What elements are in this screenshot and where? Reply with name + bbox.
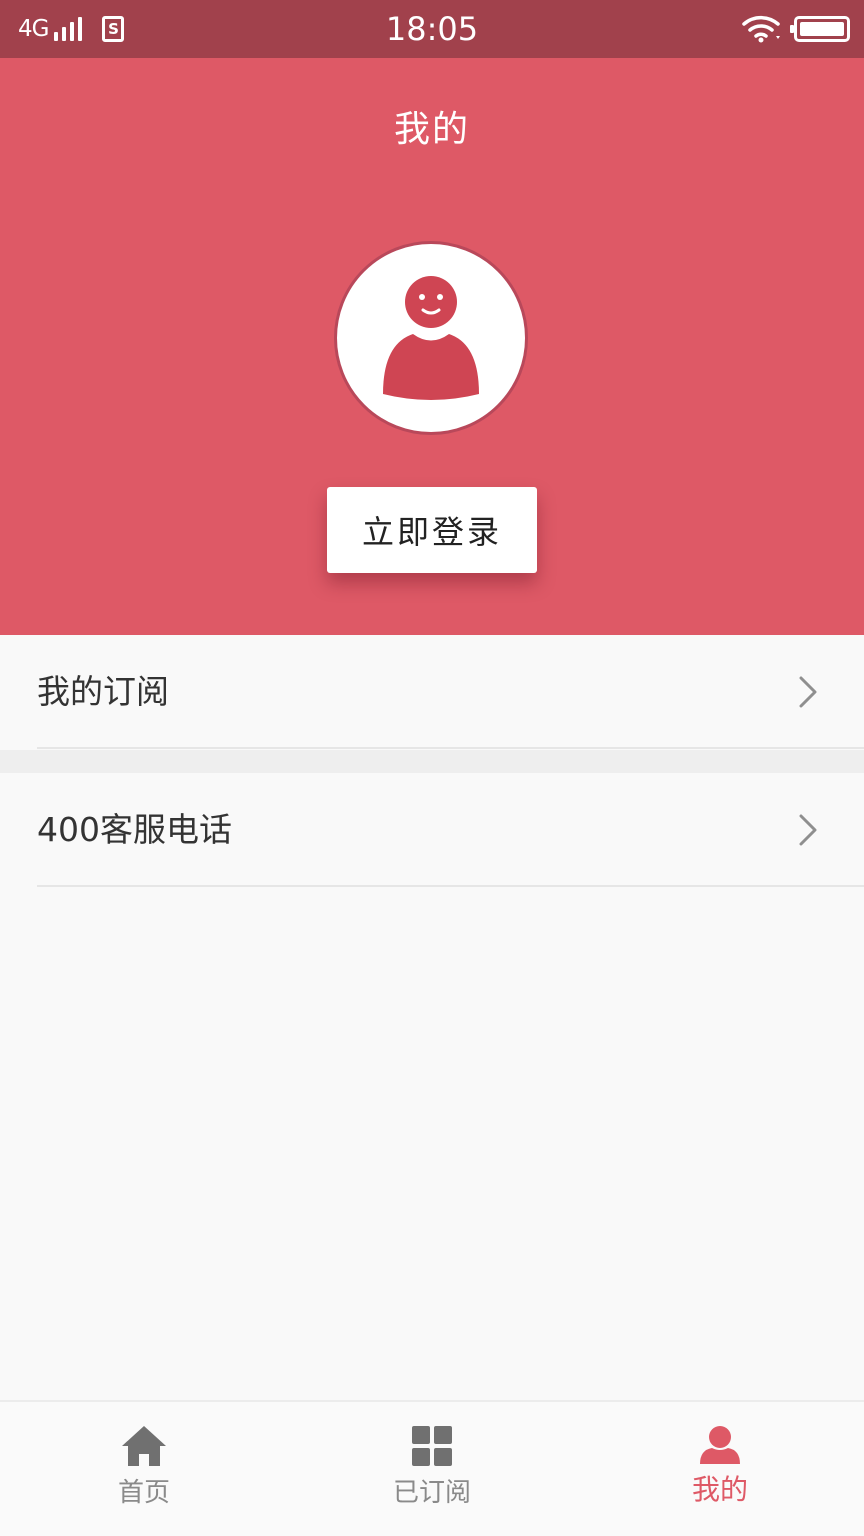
profile-header: 我的 立即登录 <box>0 58 864 635</box>
status-bar: 4G S 18:05 <box>0 0 864 58</box>
default-user-icon <box>383 276 479 400</box>
page-title: 我的 <box>393 109 470 150</box>
chevron-right-icon <box>799 814 817 846</box>
tab-label: 我的 <box>691 1473 748 1506</box>
menu-item-customer-service[interactable]: 400客服电话 <box>0 773 864 887</box>
bottom-tab-bar: 首页 已订阅 我的 <box>0 1400 864 1536</box>
tab-label: 已订阅 <box>392 1478 471 1508</box>
divider <box>37 747 864 749</box>
chevron-right-icon <box>799 676 817 708</box>
status-right <box>742 14 850 44</box>
divider <box>37 885 864 887</box>
menu-item-label: 400客服电话 <box>37 810 232 849</box>
menu-item-subscriptions[interactable]: 我的订阅 <box>0 635 864 749</box>
tab-subscribed[interactable]: 已订阅 <box>288 1402 576 1536</box>
battery-icon <box>790 16 850 42</box>
tab-label: 首页 <box>117 1478 170 1508</box>
tab-mine[interactable]: 我的 <box>576 1402 864 1536</box>
menu-item-label: 我的订阅 <box>37 672 169 711</box>
avatar[interactable] <box>334 241 528 435</box>
section-gap <box>0 750 864 773</box>
home-icon <box>122 1426 166 1466</box>
login-button[interactable]: 立即登录 <box>327 487 537 573</box>
tab-home[interactable]: 首页 <box>0 1402 288 1536</box>
person-icon <box>700 1426 740 1464</box>
wifi-icon <box>742 16 780 43</box>
grid-icon <box>412 1426 452 1466</box>
clock: 18:05 <box>385 10 479 48</box>
